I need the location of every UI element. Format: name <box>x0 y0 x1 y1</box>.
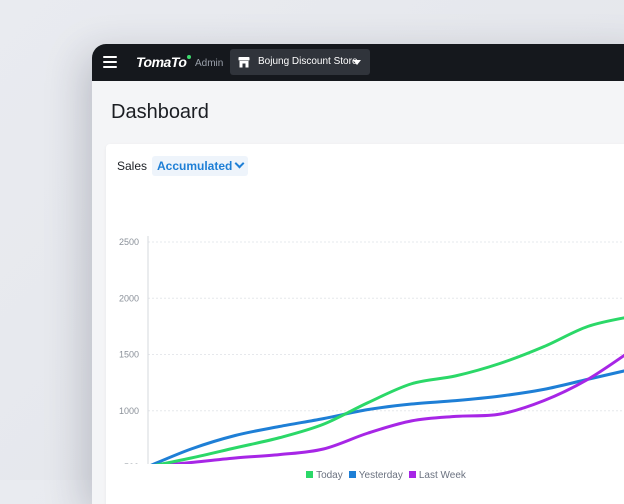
logo-dot <box>187 55 192 59</box>
chart-legend: Today Yesterday Last Week <box>106 470 624 481</box>
legend-swatch <box>348 471 356 478</box>
legend-swatch <box>408 471 416 478</box>
y-tick-label: 1500 <box>119 350 139 360</box>
legend-item[interactable]: Today <box>306 470 343 481</box>
store-name: Bojung Discount Store <box>258 56 358 67</box>
legend-label: Last Week <box>418 470 466 481</box>
legend-item[interactable]: Yesterday <box>348 470 403 481</box>
hamburger-menu-icon[interactable] <box>103 56 117 68</box>
logo-text: TomaTo <box>136 54 187 70</box>
series-line-today <box>154 316 624 464</box>
y-tick-label: 1000 <box>119 406 139 416</box>
app-logo[interactable]: TomaTo <box>136 54 192 70</box>
series-line-yesterday <box>150 369 624 464</box>
store-selector[interactable]: Bojung Discount Store <box>230 49 370 75</box>
dropdown-caret-icon <box>353 60 361 65</box>
y-tick-label: 2000 <box>119 293 139 303</box>
legend-swatch <box>306 471 314 478</box>
legend-label: Today <box>316 470 343 481</box>
page-title: Dashboard <box>111 101 209 123</box>
y-tick-label: 2500 <box>119 237 139 247</box>
top-bar: TomaTo Admin Bojung Discount Store <box>92 44 624 81</box>
sales-card: Sales Accumulated 50010001500200025009AM… <box>106 144 624 504</box>
sales-line-chart: 50010001500200025009AM10AM11AM12PM1PM2PM… <box>119 236 624 464</box>
legend-item[interactable]: Last Week <box>408 470 466 481</box>
legend-label: Yesterday <box>358 470 403 481</box>
admin-label: Admin <box>195 58 224 69</box>
store-icon <box>238 57 250 68</box>
y-tick-label: 500 <box>124 462 139 464</box>
app-window: TomaTo Admin Bojung Discount Store Dashb… <box>92 44 624 504</box>
